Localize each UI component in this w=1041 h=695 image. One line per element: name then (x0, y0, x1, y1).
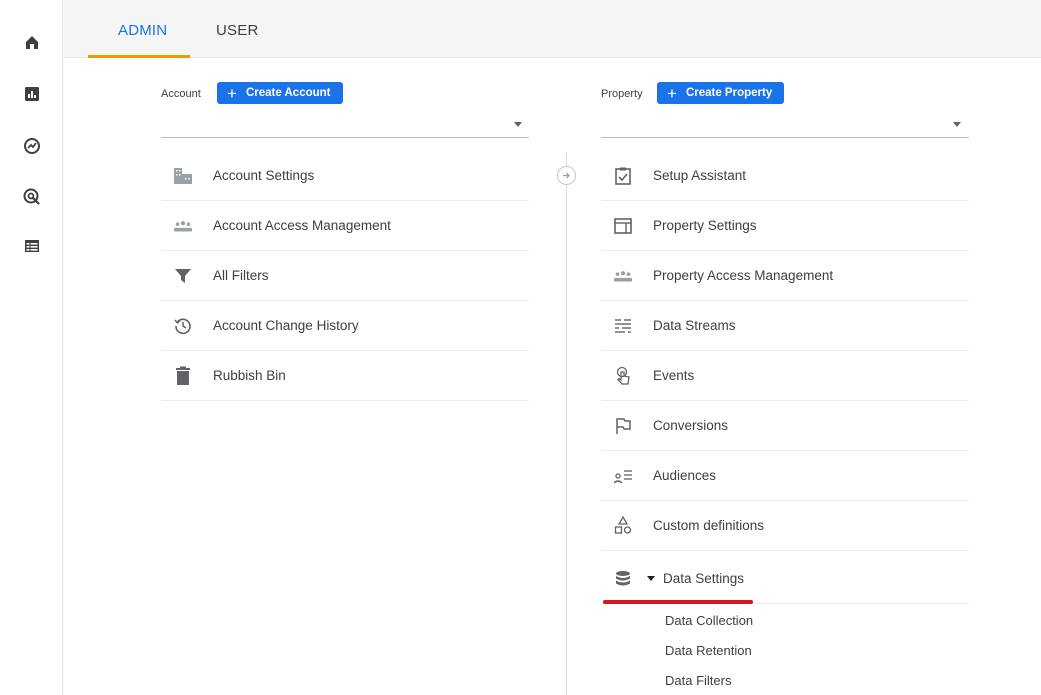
plus-icon: + (227, 83, 237, 103)
people-icon (613, 266, 633, 286)
custom-definitions-row[interactable]: Custom definitions (601, 501, 969, 551)
property-access-management-row[interactable]: Property Access Management (601, 251, 969, 301)
property-settings-row[interactable]: Property Settings (601, 201, 969, 251)
shapes-icon (613, 515, 633, 536)
tab-admin[interactable]: ADMIN (118, 22, 167, 39)
highlight-underline (603, 600, 753, 604)
data-retention-link[interactable]: Data Retention (665, 643, 752, 658)
audiences-label: Audiences (653, 468, 717, 483)
account-change-history-label: Account Change History (213, 318, 359, 333)
conversions-row[interactable]: Conversions (601, 401, 969, 451)
caret-down-icon (647, 576, 655, 581)
clipboard-check-icon (613, 166, 633, 186)
property-settings-label: Property Settings (653, 218, 757, 233)
active-tab-indicator (88, 55, 190, 58)
custom-definitions-label: Custom definitions (653, 518, 765, 533)
tab-bar: ADMIN USER (64, 0, 1041, 58)
property-selector-underline (601, 137, 969, 138)
create-account-label: Create Account (245, 87, 331, 99)
touch-icon (613, 366, 633, 386)
audience-icon (613, 466, 633, 486)
data-streams-row[interactable]: Data Streams (601, 301, 969, 351)
configure-icon[interactable] (22, 236, 42, 256)
all-filters-label: All Filters (213, 268, 269, 283)
database-icon (613, 569, 633, 589)
account-label: Account (161, 88, 201, 100)
data-collection-link[interactable]: Data Collection (665, 613, 753, 628)
arrow-right-icon (557, 166, 576, 185)
account-settings-row[interactable]: Account Settings (161, 151, 529, 201)
data-settings-label: Data Settings (663, 571, 745, 586)
building-icon (173, 166, 193, 186)
data-settings-row[interactable]: Data Settings (601, 554, 969, 604)
data-filters-link[interactable]: Data Filters (665, 673, 731, 688)
explore-icon[interactable] (22, 136, 42, 156)
advertising-icon[interactable] (22, 187, 42, 207)
filter-icon (173, 266, 193, 286)
home-icon[interactable] (22, 32, 42, 52)
conversions-label: Conversions (653, 418, 729, 433)
streams-icon (613, 316, 633, 336)
property-access-management-label: Property Access Management (653, 268, 834, 283)
admin-main: ADMIN USER Account + Create Account Acco… (64, 0, 1041, 695)
create-property-button[interactable]: + Create Property (657, 82, 785, 104)
chevron-down-icon (953, 122, 961, 127)
trash-icon (173, 366, 193, 386)
events-label: Events (653, 368, 695, 383)
setup-assistant-row[interactable]: Setup Assistant (601, 151, 969, 201)
all-filters-row[interactable]: All Filters (161, 251, 529, 301)
data-streams-label: Data Streams (653, 318, 736, 333)
reports-icon[interactable] (22, 84, 42, 104)
plus-icon: + (667, 83, 677, 103)
events-row[interactable]: Events (601, 351, 969, 401)
flag-icon (613, 416, 633, 436)
nav-rail (0, 0, 63, 695)
create-account-button[interactable]: + Create Account (217, 82, 343, 104)
rubbish-bin-row[interactable]: Rubbish Bin (161, 351, 529, 401)
audiences-row[interactable]: Audiences (601, 451, 969, 501)
people-icon (173, 216, 193, 236)
account-selector[interactable] (161, 110, 529, 138)
rubbish-bin-label: Rubbish Bin (213, 368, 286, 383)
account-settings-label: Account Settings (213, 168, 315, 183)
property-selector[interactable] (601, 110, 969, 138)
account-selector-underline (161, 137, 529, 138)
window-icon (613, 216, 633, 236)
history-icon (173, 316, 193, 336)
property-label: Property (601, 88, 643, 100)
tab-user[interactable]: USER (216, 22, 258, 39)
account-access-management-row[interactable]: Account Access Management (161, 201, 529, 251)
column-divider (566, 152, 567, 695)
account-change-history-row[interactable]: Account Change History (161, 301, 529, 351)
create-property-label: Create Property (685, 87, 773, 99)
chevron-down-icon (514, 122, 522, 127)
setup-assistant-label: Setup Assistant (653, 168, 747, 183)
account-access-management-label: Account Access Management (213, 218, 391, 233)
